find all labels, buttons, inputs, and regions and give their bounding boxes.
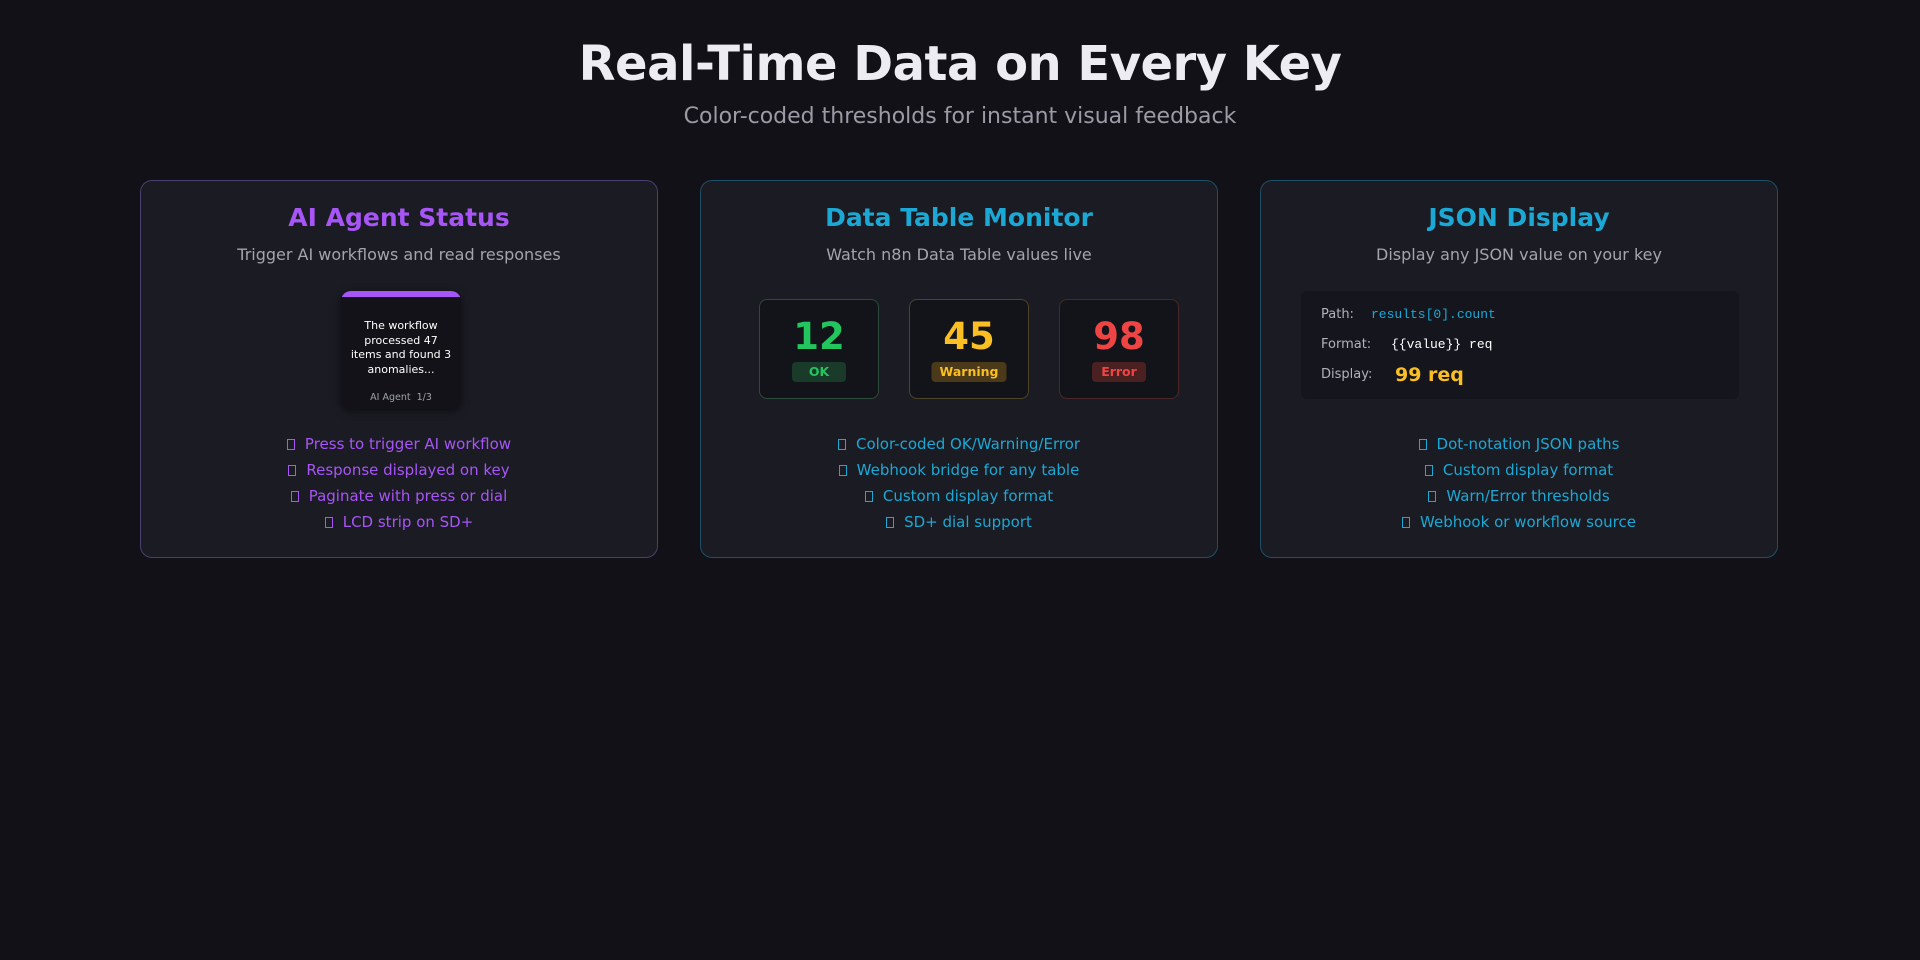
feature-label: Custom display format (1442, 461, 1614, 479)
feature-label: Custom display format (882, 487, 1054, 505)
feature-label: Paginate with press or dial (308, 487, 508, 505)
check-icon (324, 517, 333, 528)
key-response-text: The workflow processed 47 items and foun… (350, 319, 452, 376)
display-row: Display: 99 req (1321, 363, 1464, 387)
check-icon (286, 439, 295, 450)
format-label: Format: (1321, 337, 1372, 352)
key-accent-bar (341, 291, 461, 297)
check-icon (288, 465, 297, 476)
feature-list: Color-coded OK/Warning/Error Webhook bri… (701, 431, 1217, 535)
card-subtitle: Trigger AI workflows and read responses (237, 245, 561, 264)
feature-label: Webhook bridge for any table (856, 461, 1080, 479)
format-value: {{value}} req (1391, 337, 1493, 352)
feature-list: Press to trigger AI workflow Response di… (141, 431, 657, 535)
feature-item: Webhook or workflow source (1261, 509, 1777, 535)
feature-item: Dot-notation JSON paths (1261, 431, 1777, 457)
json-config-panel: Path: results[0].count Format: {{value}}… (1301, 291, 1739, 399)
key-value: 45 (943, 315, 995, 358)
card-title: Data Table Monitor (825, 203, 1093, 232)
key-label: AI Agent (370, 392, 411, 403)
data-table-monitor-card: Data Table Monitor Watch n8n Data Table … (700, 180, 1218, 558)
feature-item: Paginate with press or dial (141, 483, 657, 509)
check-icon (838, 465, 847, 476)
display-value: 99 req (1395, 364, 1464, 386)
status-badge: OK (792, 362, 846, 382)
path-value: results[0].count (1371, 307, 1496, 322)
feature-item: SD+ dial support (701, 509, 1217, 535)
feature-item: Custom display format (1261, 457, 1777, 483)
key-page-indicator: 1/3 (416, 392, 432, 403)
feature-label: LCD strip on SD+ (342, 513, 474, 531)
page: Real-Time Data on Every Key Color-coded … (0, 0, 1920, 960)
key-footer: AI Agent 1/3 (341, 392, 461, 403)
feature-label: Response displayed on key (306, 461, 510, 479)
feature-item: Color-coded OK/Warning/Error (701, 431, 1217, 457)
check-icon (864, 491, 873, 502)
error-key-preview[interactable]: 98 Error (1059, 299, 1179, 399)
ai-agent-key-preview[interactable]: The workflow processed 47 items and foun… (341, 291, 461, 409)
check-icon (1418, 439, 1427, 450)
feature-label: Warn/Error thresholds (1446, 487, 1610, 505)
key-value: 12 (793, 315, 845, 358)
feature-item: Webhook bridge for any table (701, 457, 1217, 483)
status-badge: Warning (931, 362, 1007, 382)
feature-item: Warn/Error thresholds (1261, 483, 1777, 509)
hero-subtitle: Color-coded thresholds for instant visua… (683, 104, 1237, 129)
feature-label: Color-coded OK/Warning/Error (855, 435, 1081, 453)
hero-title: Real-Time Data on Every Key (578, 36, 1342, 92)
check-icon (886, 517, 895, 528)
card-title: AI Agent Status (288, 203, 510, 232)
key-value: 98 (1093, 315, 1145, 358)
feature-label: Webhook or workflow source (1420, 513, 1636, 531)
check-icon (1424, 465, 1433, 476)
status-badge: Error (1092, 362, 1146, 382)
feature-label: SD+ dial support (904, 513, 1032, 531)
feature-list: Dot-notation JSON paths Custom display f… (1261, 431, 1777, 535)
check-icon (1428, 491, 1437, 502)
warning-key-preview[interactable]: 45 Warning (909, 299, 1029, 399)
display-label: Display: (1321, 367, 1373, 382)
card-subtitle: Watch n8n Data Table values live (826, 245, 1092, 264)
check-icon (1402, 517, 1411, 528)
check-icon (290, 491, 299, 502)
ai-agent-status-card: AI Agent Status Trigger AI workflows and… (140, 180, 658, 558)
check-icon (837, 439, 846, 450)
feature-item: Response displayed on key (141, 457, 657, 483)
feature-label: Dot-notation JSON paths (1436, 435, 1620, 453)
ok-key-preview[interactable]: 12 OK (759, 299, 879, 399)
format-row: Format: {{value}} req (1321, 333, 1492, 357)
path-label: Path: (1321, 307, 1354, 322)
card-title: JSON Display (1428, 203, 1610, 232)
path-row: Path: results[0].count (1321, 303, 1496, 327)
feature-item: LCD strip on SD+ (141, 509, 657, 535)
json-display-card: JSON Display Display any JSON value on y… (1260, 180, 1778, 558)
feature-item: Custom display format (701, 483, 1217, 509)
feature-item: Press to trigger AI workflow (141, 431, 657, 457)
feature-label: Press to trigger AI workflow (304, 435, 512, 453)
card-subtitle: Display any JSON value on your key (1376, 245, 1662, 264)
